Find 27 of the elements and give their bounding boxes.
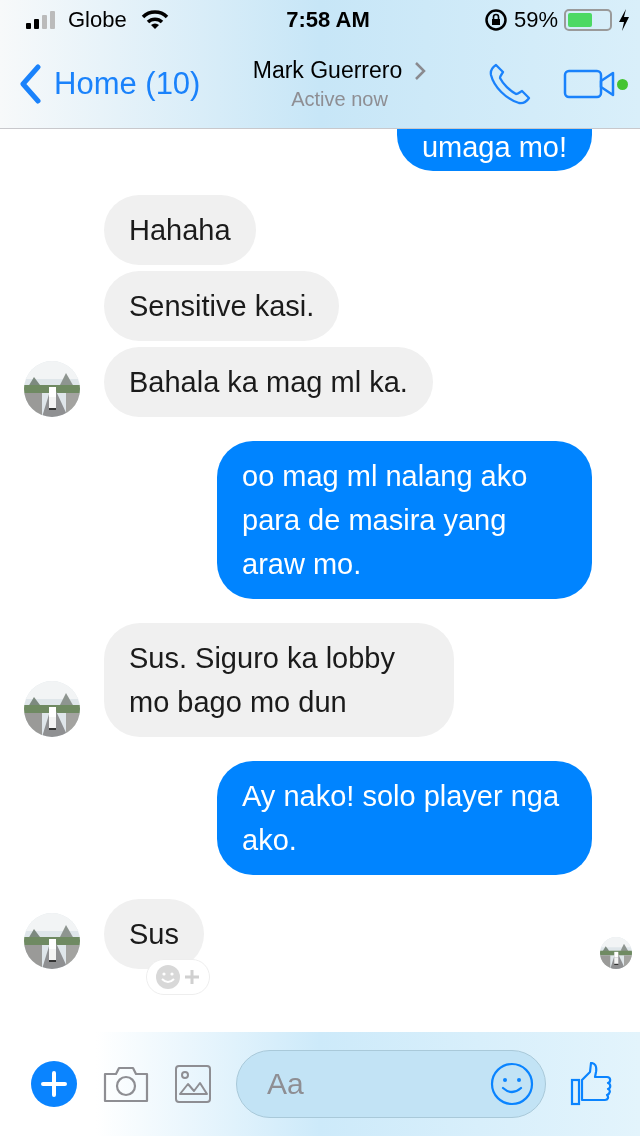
back-chevron-icon [18,64,42,104]
clock-time: 7:58 AM [286,7,370,33]
charging-bolt-icon [618,9,630,31]
camera-icon[interactable] [102,1064,150,1104]
video-camera-icon[interactable] [563,69,615,99]
message-bubble: umaga mo! [396,129,592,171]
message-bubble: Sus [104,899,204,969]
message-bubble: oo mag ml nalang ako para de masira yang araw mo. [217,441,592,599]
chevron-icon [414,60,427,81]
presence-status: Active now [291,88,388,111]
image-icon[interactable] [174,1064,212,1104]
battery-icon [564,9,612,31]
emoji-icon[interactable] [490,1062,534,1106]
battery-percent: 59% [513,7,558,33]
carrier-name: Globe [68,7,127,33]
rotation-lock-icon [483,8,508,32]
message-bubble: Hahaha [104,195,256,265]
contact-name[interactable]: Mark Guerrero [252,57,403,84]
message-bubble: Bahala ka mag ml ka. [104,347,433,417]
add-button[interactable] [30,1060,78,1108]
wifi-icon [140,10,169,30]
message-bubble: Ay nako! solo player nga ako. [217,761,592,875]
message-field[interactable]: Aa [236,1050,546,1118]
message-bubble: Sus. Siguro ka lobby mo bago mo dun [104,623,454,737]
thumbs-up-icon[interactable] [570,1062,614,1106]
message-bubble: Sensitive kasi. [104,271,340,341]
phone-icon[interactable] [487,61,533,107]
